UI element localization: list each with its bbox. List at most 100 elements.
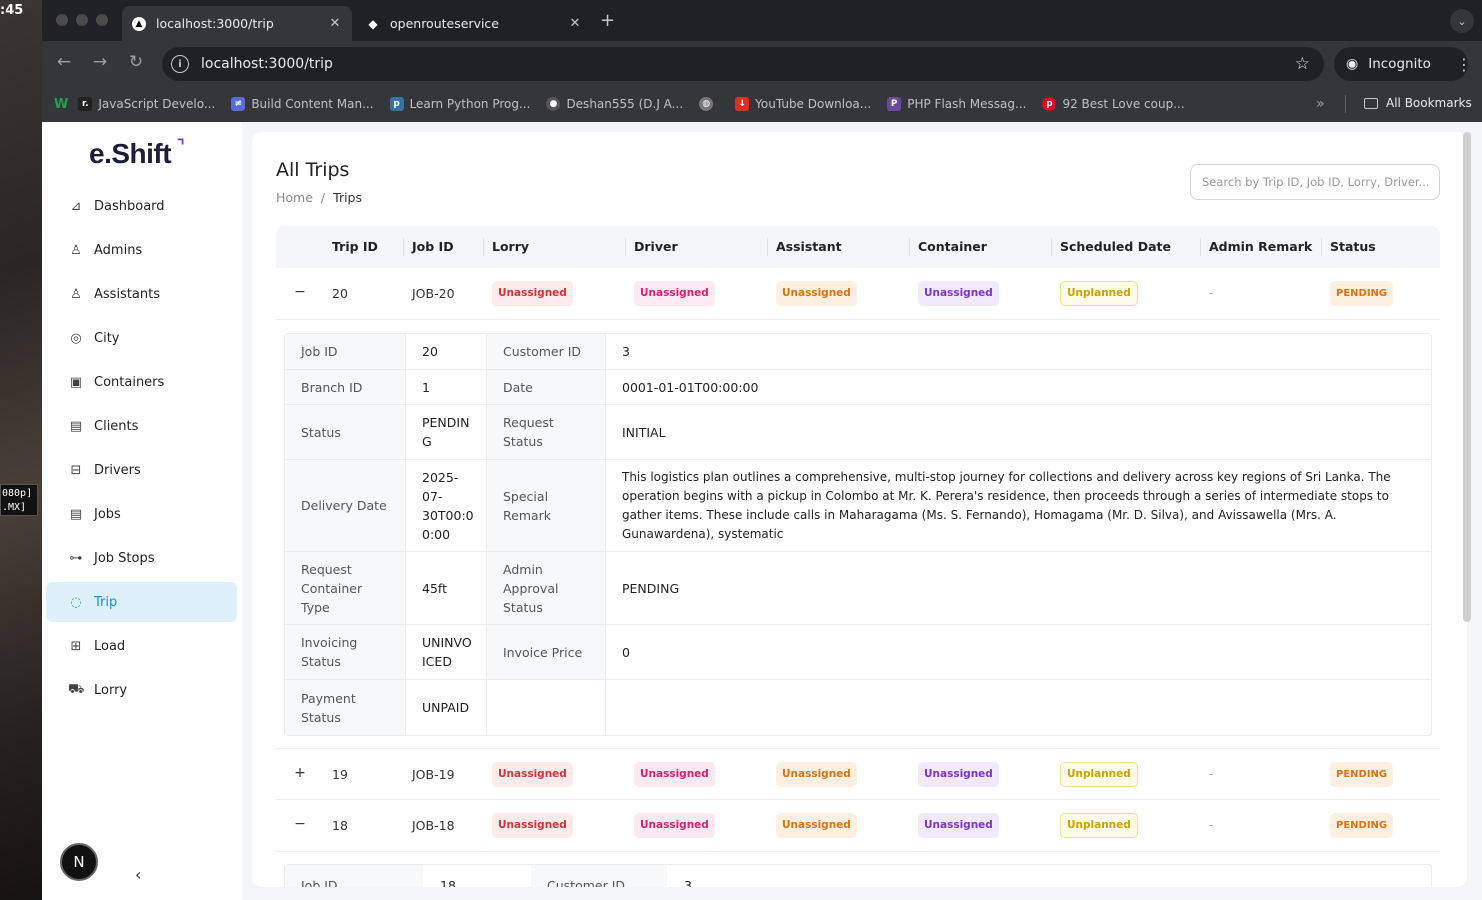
detail-label-line: Approval: [503, 580, 559, 596]
bookmark-item[interactable]: P PHP Flash Messag...: [887, 97, 1026, 111]
bookmark-item[interactable]: ↓ YouTube Downloa...: [735, 97, 871, 111]
sidebar-item-drivers[interactable]: ⊟ Drivers: [46, 450, 237, 490]
browser-menu-icon[interactable]: ⋮: [1456, 55, 1472, 74]
column-header-container[interactable]: Container: [918, 239, 987, 254]
detail-label: Job ID: [285, 334, 405, 369]
sidebar-item-label: Containers: [94, 374, 165, 390]
detail-label: Special Remark: [487, 460, 605, 551]
window-close-button[interactable]: [56, 14, 68, 26]
detail-label-line: Type: [301, 599, 330, 615]
collapse-sidebar-icon[interactable]: ‹: [135, 865, 141, 884]
driver-badge: Unassigned: [634, 762, 715, 787]
column-header-trip-id[interactable]: Trip ID: [332, 239, 378, 254]
detail-label-line: Remark: [503, 507, 552, 523]
detail-value: 2025- 07- 30T00:0 0:00: [406, 460, 486, 551]
column-header-status[interactable]: Status: [1330, 239, 1376, 254]
detail-label-line: Status: [301, 709, 341, 725]
sidebar-item-assistants[interactable]: ♙ Assistants: [46, 274, 237, 314]
window-zoom-button[interactable]: [96, 14, 108, 26]
column-header-scheduled-date[interactable]: Scheduled Date: [1060, 239, 1171, 254]
search-input[interactable]: [1190, 164, 1440, 200]
expand-row-icon[interactable]: +: [293, 766, 307, 780]
close-tab-icon[interactable]: ✕: [326, 16, 344, 31]
incognito-indicator[interactable]: ◉ Incognito: [1334, 47, 1468, 81]
bookmark-item[interactable]: ≠ Build Content Man...: [231, 97, 374, 111]
column-header-driver[interactable]: Driver: [634, 239, 678, 254]
more-bookmarks-icon[interactable]: »: [1316, 96, 1325, 112]
column-header-admin-remark[interactable]: Admin Remark: [1209, 239, 1312, 254]
detail-value: PENDING: [622, 580, 680, 596]
detail-row: Job ID 18 Customer ID 3: [285, 865, 1431, 887]
collapse-row-icon[interactable]: −: [293, 285, 307, 299]
tab-openrouteservice[interactable]: ◆ openrouteservice ✕: [356, 6, 592, 41]
w-bookmark-icon[interactable]: W: [54, 97, 68, 112]
sidebar-item-label: Clients: [94, 418, 139, 434]
detail-value: INITIAL: [622, 424, 666, 440]
site-info-icon[interactable]: i: [171, 55, 189, 73]
column-header-job-id[interactable]: Job ID: [412, 239, 454, 254]
browser-toolbar: ← → ↻ i localhost:3000/trip ☆ ◉ Incognit…: [42, 41, 1482, 86]
collapse-row-icon[interactable]: −: [293, 817, 307, 831]
new-tab-button[interactable]: +: [600, 10, 615, 31]
sidebar-item-containers[interactable]: ▣ Containers: [46, 362, 237, 402]
sidebar-item-clients[interactable]: ▤ Clients: [46, 406, 237, 446]
users-icon: ♙: [70, 286, 82, 302]
sidebar-item-lorry[interactable]: ⛟ Lorry: [46, 670, 237, 710]
detail-label-line: Status: [301, 654, 341, 669]
sidebar-item-trip[interactable]: ◌ Trip: [46, 582, 237, 622]
box-icon: ▣: [69, 374, 83, 390]
bookmark-label: Deshan555 (D.J A...: [566, 97, 684, 111]
bookmark-item[interactable]: r. JavaScript Develo...: [78, 97, 215, 111]
bookmark-item[interactable]: p Learn Python Prog...: [389, 97, 530, 111]
sidebar-item-load[interactable]: ⊞ Load: [46, 626, 237, 666]
column-divider: [403, 238, 404, 256]
url-text[interactable]: localhost:3000/trip: [201, 56, 1295, 72]
column-header-lorry[interactable]: Lorry: [492, 239, 529, 254]
table-row[interactable]: − 20 JOB-20 Unassigned Unassigned Unassi…: [276, 268, 1440, 320]
sidebar-item-jobs[interactable]: ▤ Jobs: [46, 494, 237, 534]
sidebar-item-city[interactable]: ◎ City: [46, 318, 237, 358]
tab-search-button[interactable]: ⌄: [1450, 9, 1474, 33]
tab-strip: ▲ localhost:3000/trip ✕ ◆ openrouteservi…: [42, 0, 1482, 41]
all-bookmarks-button[interactable]: All Bookmarks: [1364, 96, 1472, 110]
bookmark-item[interactable]: p 92 Best Love coup...: [1042, 97, 1185, 111]
logo[interactable]: e.Shift ⌝: [89, 138, 185, 170]
detail-label: Branch ID: [285, 370, 405, 404]
desktop-file-label: 080p] .MX]: [0, 484, 38, 516]
breadcrumb: Home / Trips: [276, 190, 362, 205]
table-row[interactable]: − 18 JOB-18 Unassigned Unassigned Unassi…: [276, 800, 1440, 852]
detail-label: Request Status: [487, 405, 605, 459]
breadcrumb-home[interactable]: Home: [276, 190, 313, 205]
close-tab-icon[interactable]: ✕: [566, 16, 584, 31]
detail-value-line: PENDIN: [422, 415, 470, 430]
sidebar-item-admins[interactable]: ♙ Admins: [46, 230, 237, 270]
column-header-assistant[interactable]: Assistant: [776, 239, 842, 254]
column-divider: [1321, 238, 1322, 256]
sidebar-item-label: Dashboard: [94, 198, 165, 214]
table-row[interactable]: + 19 JOB-19 Unassigned Unassigned Unassi…: [276, 748, 1440, 800]
forward-button[interactable]: →: [88, 52, 112, 72]
detail-row: Delivery Date 2025- 07- 30T00:0 0:00 Spe…: [285, 460, 1431, 552]
admin-remark-cell: -: [1209, 817, 1214, 832]
detail-label: Request Container Type: [285, 552, 405, 624]
avatar[interactable]: N: [60, 843, 98, 881]
python-favicon-icon: p: [389, 97, 404, 111]
logo-arrow-icon: ⌝: [177, 138, 185, 155]
status-badge: PENDING: [1330, 813, 1394, 838]
window-minimize-button[interactable]: [76, 14, 88, 26]
bookmark-item[interactable]: ● Deshan555 (D.J A...: [546, 97, 683, 111]
sidebar-item-dashboard[interactable]: ⊿ Dashboard: [46, 186, 237, 226]
address-bar[interactable]: i localhost:3000/trip ☆: [162, 47, 1324, 81]
reload-button[interactable]: ↻: [124, 52, 148, 72]
column-divider: [483, 238, 484, 256]
tab-localhost-trip[interactable]: ▲ localhost:3000/trip ✕: [122, 6, 352, 41]
back-button[interactable]: ←: [52, 52, 76, 72]
page-scrollbar[interactable]: [1463, 132, 1471, 622]
detail-value: 0: [622, 644, 630, 660]
bookmark-star-icon[interactable]: ☆: [1295, 54, 1310, 74]
detail-value: UNPAID: [422, 700, 470, 715]
sidebar-item-job-stops[interactable]: ⊶ Job Stops: [46, 538, 237, 578]
bookmarks-bar: W r. JavaScript Develo... ≠ Build Conten…: [42, 86, 1482, 122]
detail-value: UNINVO ICED: [406, 625, 486, 679]
bookmark-item[interactable]: ◍: [699, 97, 719, 111]
